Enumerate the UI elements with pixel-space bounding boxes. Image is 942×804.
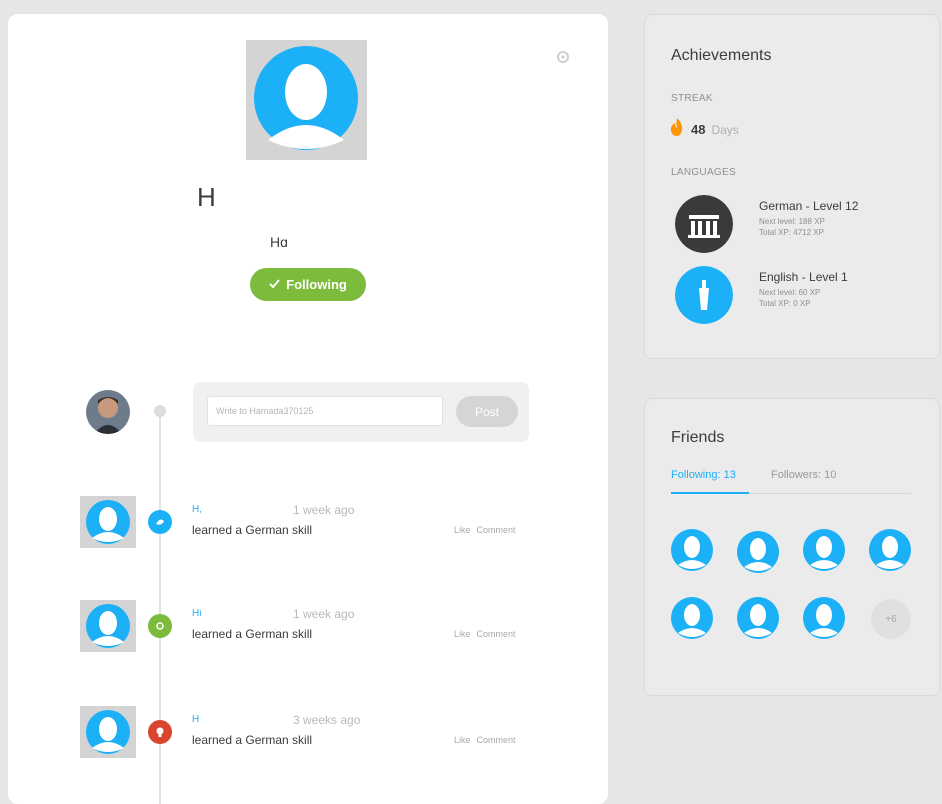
language-total-xp: Total XP: 4712 XP [759,228,824,237]
feed-item: Hı 1 week ago learned a German skill Lik… [8,600,608,660]
friends-tabs: Following: 13 Followers: 10 [671,467,911,494]
friends-panel: Friends Following: 13 Followers: 10 +6 [644,398,940,696]
feed-actions: Like Comment [454,525,516,535]
current-user-avatar [86,390,130,434]
feed-item: H, 1 week ago learned a German skill Lik… [8,496,608,556]
tab-followers[interactable]: Followers: 10 [771,469,836,481]
active-tab-indicator [671,492,749,494]
friend-avatar[interactable] [801,595,847,641]
skill-bird-icon [148,510,172,534]
feed-timestamp: 3 weeks ago [293,713,361,727]
statue-of-liberty-icon [675,266,733,324]
comment-link[interactable]: Comment [477,525,516,535]
settings-icon[interactable] [556,50,570,64]
more-friends-badge[interactable]: +6 [871,599,911,639]
feed-timestamp: 1 week ago [293,503,355,517]
achievements-panel: Achievements STREAK 48 Days LANGUAGES Ge… [644,14,940,359]
following-button[interactable]: Following [250,268,366,301]
post-button[interactable]: Post [456,396,518,427]
comment-link[interactable]: Comment [477,629,516,639]
language-row-german[interactable]: German - Level 12 Next level: 188 XP Tot… [675,195,935,255]
timeline-dot [154,405,166,417]
achievements-title: Achievements [671,47,772,64]
comment-link[interactable]: Comment [477,735,516,745]
feed-text: learned a German skill [192,733,313,747]
feed-text: learned a German skill [192,523,313,537]
skill-check-icon [148,614,172,638]
tab-following[interactable]: Following: 13 [671,469,736,481]
friend-avatar[interactable] [867,527,913,573]
streak-unit: Days [711,122,739,137]
feed-item: H 3 weeks ago learned a German skill Lik… [8,706,608,766]
language-name: German - Level 12 [759,199,859,213]
friend-avatar[interactable] [801,527,847,573]
profile-avatar [246,40,367,160]
like-link[interactable]: Like [454,735,471,745]
streak-label: STREAK [671,93,713,104]
feed-avatar[interactable] [80,496,136,548]
checkmark-icon [269,277,280,292]
language-name: English - Level 1 [759,270,848,284]
brandenburg-gate-icon [675,195,733,253]
feed-avatar[interactable] [80,600,136,652]
feed-username[interactable]: H [192,714,199,725]
following-button-label: Following [286,277,347,292]
feed-timestamp: 1 week ago [293,607,355,621]
streak-row: 48 Days [669,117,739,142]
post-composer: Write to Hamada370125 Post [193,382,529,442]
language-total-xp: Total XP: 0 XP [759,299,811,308]
friend-avatar[interactable] [669,595,715,641]
profile-display-name: H [197,182,216,212]
post-input[interactable]: Write to Hamada370125 [207,396,443,426]
friend-avatar[interactable] [735,529,781,575]
friend-avatar[interactable] [735,595,781,641]
feed-actions: Like Comment [454,629,516,639]
friends-title: Friends [671,429,725,446]
language-next-level: Next level: 188 XP [759,217,825,226]
feed-username[interactable]: H, [192,504,202,515]
like-link[interactable]: Like [454,629,471,639]
like-link[interactable]: Like [454,525,471,535]
feed-actions: Like Comment [454,735,516,745]
feed-text: learned a German skill [192,627,313,641]
profile-username: Hɑ [270,234,288,250]
friend-avatar[interactable] [669,527,715,573]
skill-bulb-icon [148,720,172,744]
language-next-level: Next level: 60 XP [759,288,821,297]
flame-icon [669,117,685,142]
feed-username[interactable]: Hı [192,608,202,619]
streak-count: 48 [691,122,706,137]
language-row-english[interactable]: English - Level 1 Next level: 60 XP Tota… [675,266,935,326]
languages-label: LANGUAGES [671,167,736,178]
profile-card: H Hɑ Following Write to Hamada370125 Pos… [8,14,608,804]
feed-avatar[interactable] [80,706,136,758]
